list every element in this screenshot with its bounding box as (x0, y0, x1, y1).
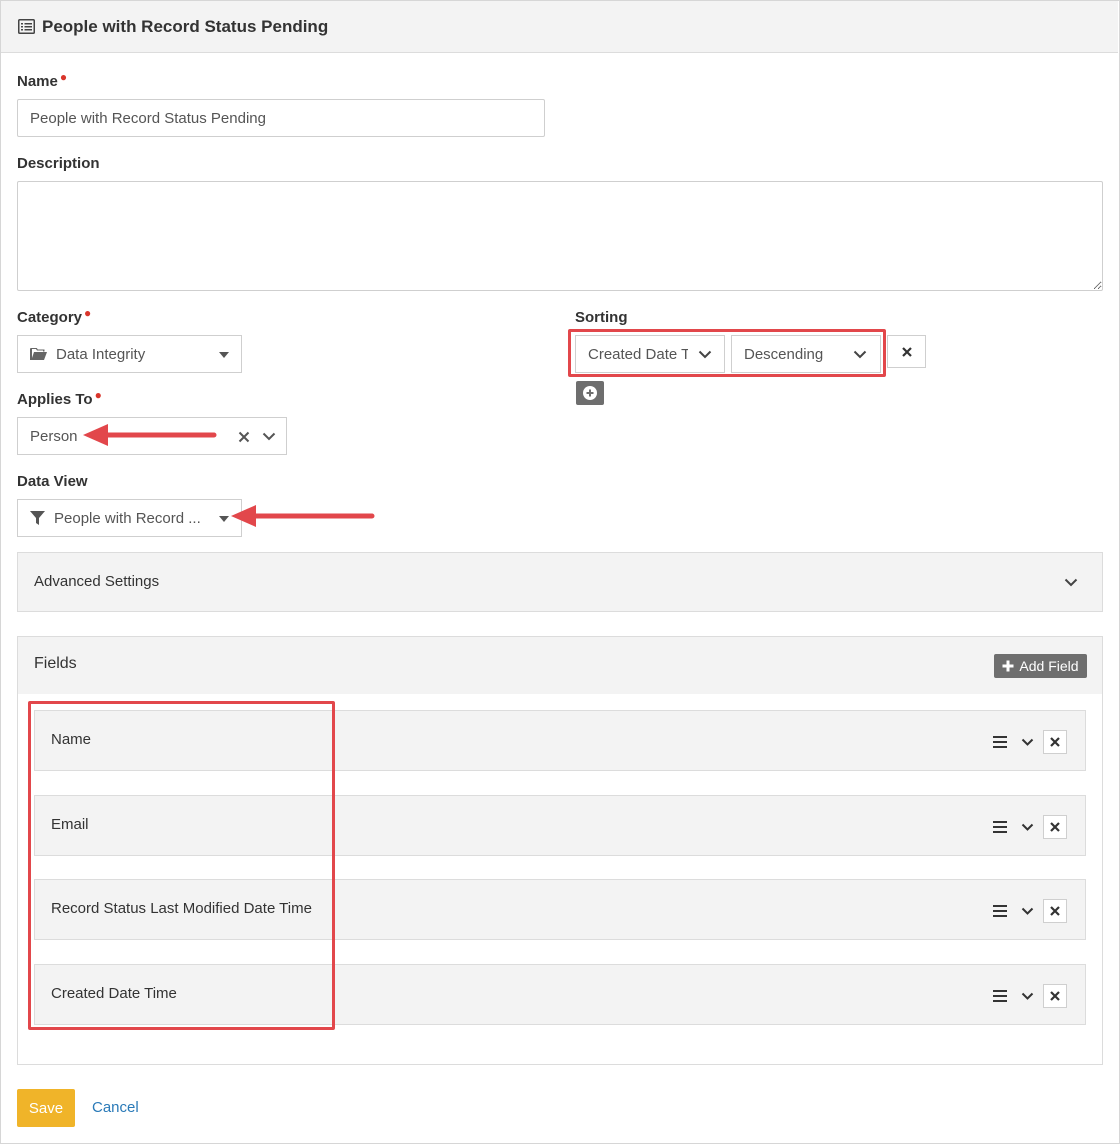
sorting-highlight (568, 329, 886, 377)
chevron-down-icon[interactable] (1021, 738, 1034, 747)
data-view-value: People with Record ... (54, 509, 201, 527)
category-value: Data Integrity (56, 345, 146, 363)
advanced-settings-title: Advanced Settings (34, 573, 160, 590)
name-input-value: People with Record Status Pending (30, 109, 266, 127)
annotation-arrow-data-view (231, 505, 375, 527)
category-label: Category ● (17, 306, 92, 326)
chevron-down-icon[interactable] (1021, 907, 1034, 916)
add-field-label: Add Field (1019, 658, 1079, 674)
plus-circle-icon (583, 386, 597, 400)
required-indicator: ● (94, 388, 102, 402)
field-row-actions (985, 730, 1085, 754)
field-row-actions (985, 899, 1085, 923)
add-sort-button[interactable] (576, 381, 604, 405)
category-picker[interactable]: Data Integrity (17, 335, 242, 373)
remove-field-button[interactable] (1043, 730, 1067, 754)
chevron-down-icon (262, 432, 276, 441)
fields-highlight (28, 701, 335, 1030)
close-icon (1050, 906, 1060, 916)
close-icon (1050, 822, 1060, 832)
chevron-down-icon[interactable] (1021, 823, 1034, 832)
plus-icon (1002, 660, 1014, 672)
add-field-button[interactable]: Add Field (994, 654, 1087, 678)
category-label-text: Category (17, 309, 83, 326)
chevron-down-icon[interactable] (1021, 992, 1034, 1001)
save-button[interactable]: Save (17, 1089, 75, 1127)
advanced-settings-panel[interactable]: Advanced Settings (17, 552, 1103, 612)
remove-sort-button[interactable] (887, 335, 926, 368)
sorting-label: Sorting (575, 309, 628, 326)
folder-open-icon (30, 348, 47, 360)
field-row-actions (985, 815, 1085, 839)
required-indicator: ● (84, 306, 92, 320)
drag-handle-icon[interactable] (993, 905, 1007, 917)
name-input[interactable]: People with Record Status Pending (17, 99, 545, 137)
name-label: Name ● (17, 70, 68, 90)
required-indicator: ● (59, 70, 68, 84)
applies-to-label-text: Applies To (17, 391, 93, 408)
filter-icon (30, 511, 45, 525)
description-textarea[interactable] (17, 181, 1103, 291)
drag-handle-icon[interactable] (993, 990, 1007, 1002)
data-view-label: Data View (17, 473, 88, 490)
applies-to-label: Applies To ● (17, 388, 102, 408)
caret-down-icon (219, 352, 229, 358)
annotation-arrow-applies-to (83, 424, 217, 446)
close-icon (1050, 737, 1060, 747)
fields-panel-header: Fields Add Field (18, 637, 1102, 694)
close-icon (1050, 991, 1060, 1001)
close-icon (901, 346, 912, 357)
remove-field-button[interactable] (1043, 984, 1067, 1008)
cancel-link[interactable]: Cancel (92, 1099, 139, 1116)
panel-header: People with Record Status Pending (1, 1, 1118, 53)
chevron-down-icon (1064, 578, 1078, 587)
drag-handle-icon[interactable] (993, 821, 1007, 833)
field-row-actions (985, 984, 1085, 1008)
description-label: Description (17, 155, 100, 172)
remove-field-button[interactable] (1043, 815, 1067, 839)
drag-handle-icon[interactable] (993, 736, 1007, 748)
fields-title: Fields (34, 655, 77, 672)
name-label-text: Name (17, 73, 58, 90)
remove-field-button[interactable] (1043, 899, 1067, 923)
clear-icon[interactable] (238, 431, 250, 443)
applies-to-value: Person (30, 427, 78, 445)
list-icon (18, 19, 35, 34)
page-title: People with Record Status Pending (42, 16, 329, 36)
data-view-picker[interactable]: People with Record ... (17, 499, 242, 537)
